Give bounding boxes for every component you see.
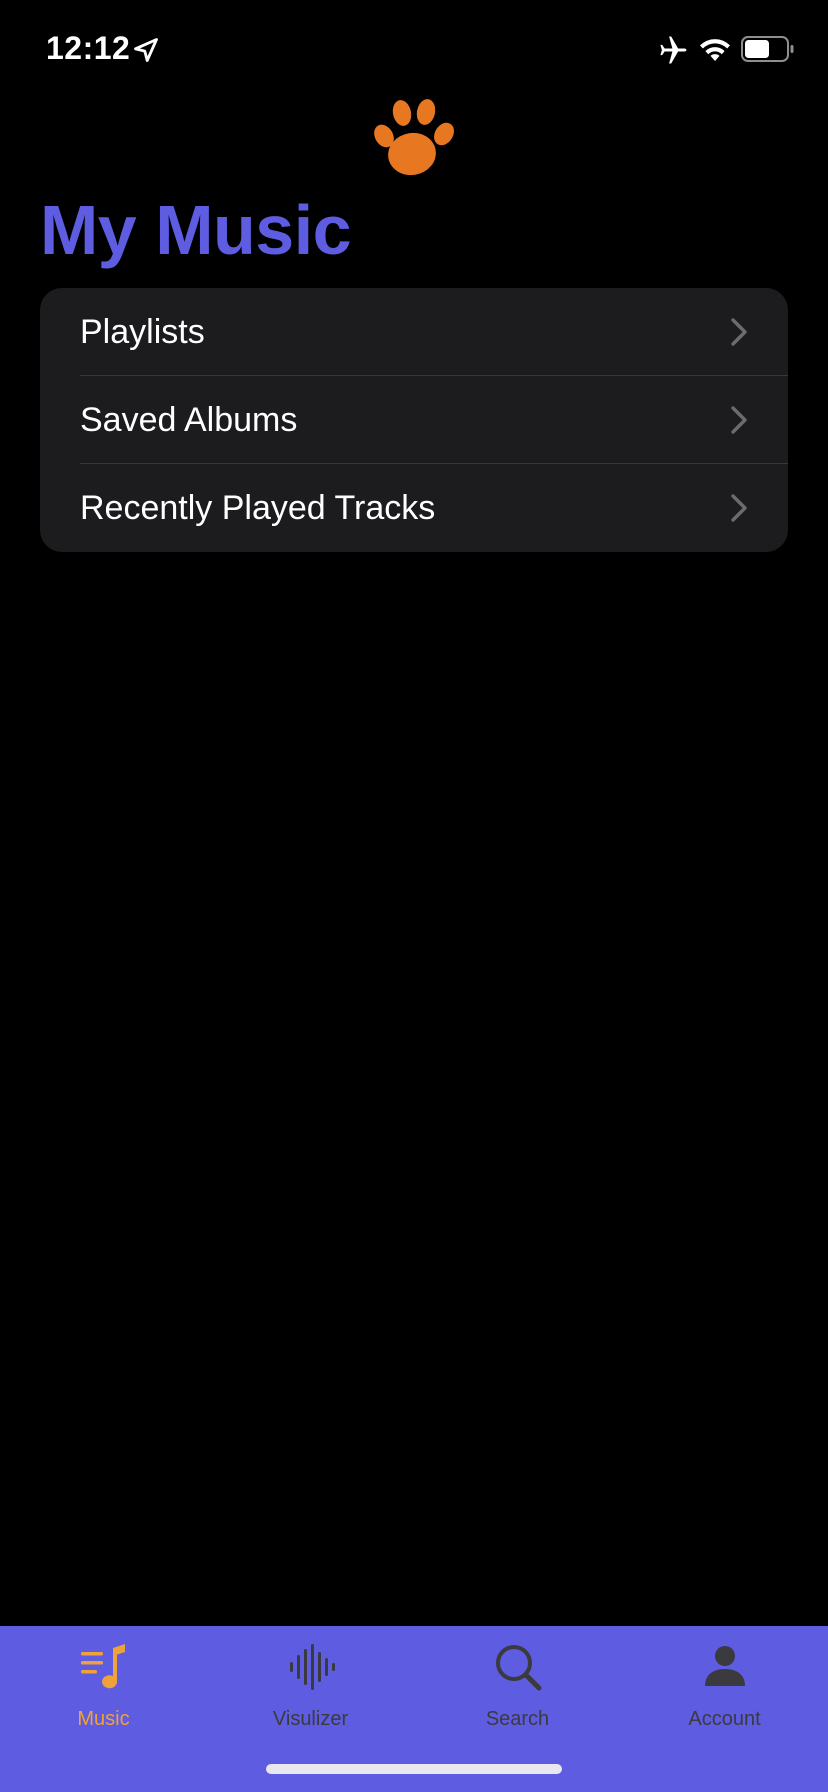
menu-item-recently-played[interactable]: Recently Played Tracks bbox=[40, 464, 788, 552]
chevron-right-icon bbox=[731, 318, 747, 346]
chevron-right-icon bbox=[731, 406, 747, 434]
page-title: My Music bbox=[40, 191, 352, 269]
menu-item-playlists[interactable]: Playlists bbox=[40, 288, 788, 376]
music-list-icon bbox=[80, 1644, 125, 1689]
tab-label: Music bbox=[77, 1708, 130, 1730]
tab-visualizer[interactable]: Visulizer bbox=[207, 1626, 414, 1736]
menu-item-saved-albums[interactable]: Saved Albums bbox=[40, 376, 788, 464]
tab-search[interactable]: Search bbox=[414, 1626, 621, 1736]
tab-label: Search bbox=[485, 1708, 550, 1730]
chevron-right-icon bbox=[731, 494, 747, 522]
battery-icon bbox=[741, 36, 794, 62]
menu-item-label: Playlists bbox=[80, 312, 205, 351]
tab-music[interactable]: Music bbox=[0, 1626, 207, 1736]
status-bar: 12:12 bbox=[0, 0, 828, 100]
menu-item-label: Saved Albums bbox=[80, 400, 298, 439]
status-time: 12:12 bbox=[46, 30, 131, 66]
tab-bar: Music Visulizer Search Account bbox=[0, 1626, 828, 1792]
menu-list: Playlists Saved Albums Recently Played T… bbox=[40, 288, 788, 552]
paw-icon bbox=[374, 99, 454, 176]
person-icon bbox=[704, 1646, 745, 1686]
home-indicator[interactable] bbox=[266, 1764, 562, 1774]
screen: 12:12 My Music Playlists Saved Albums Re… bbox=[0, 0, 828, 1792]
tab-account[interactable]: Account bbox=[621, 1626, 828, 1736]
waveform-icon bbox=[289, 1644, 335, 1690]
location-arrow-icon bbox=[134, 38, 158, 62]
airplane-icon bbox=[660, 36, 687, 64]
menu-item-label: Recently Played Tracks bbox=[80, 488, 436, 527]
tab-label: Account bbox=[688, 1708, 761, 1730]
wifi-icon bbox=[700, 39, 730, 61]
search-icon bbox=[495, 1645, 541, 1691]
tab-label: Visulizer bbox=[272, 1708, 349, 1730]
